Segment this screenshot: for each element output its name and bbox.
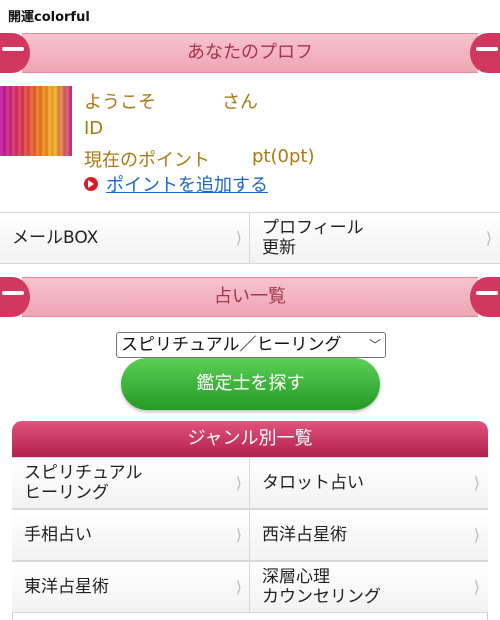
genre-select-value: スピリチュアル／ヒーリング (121, 335, 342, 355)
genre-item-label: 深層心理 カウンセリング (262, 567, 381, 607)
add-points-link-row[interactable]: ポイントを追加する (84, 171, 268, 197)
arrow-bullet-icon (84, 177, 98, 191)
profile-update-button[interactable]: プロフィール 更新 ⟩ (250, 212, 500, 264)
chevron-right-icon: ⟩ (485, 228, 492, 248)
genre-item-label: タロット占い (262, 473, 364, 493)
honorific-text: さん (222, 92, 258, 113)
genre-item-palmistry[interactable]: 手相占い ⟩ (12, 509, 250, 561)
genre-item-deep-counseling[interactable]: 深層心理 カウンセリング ⟩ (250, 561, 488, 613)
profile-section-header: あなたのプロフ (0, 33, 500, 73)
genre-divider (249, 457, 250, 613)
id-label: ID (84, 118, 104, 139)
chevron-right-icon: ⟩ (473, 473, 480, 493)
chevron-right-icon: ⟩ (235, 525, 242, 545)
genre-item-eastern-astrology[interactable]: 東洋占星術 ⟩ (12, 561, 250, 613)
welcome-text: ようこそ (84, 92, 156, 113)
chevron-right-icon: ⟩ (473, 525, 480, 545)
genre-select[interactable]: スピリチュアル／ヒーリング ﹀ (116, 332, 386, 358)
add-points-link[interactable]: ポイントを追加する (106, 171, 268, 197)
chevron-right-icon: ⟩ (235, 473, 242, 493)
chevron-right-icon: ⟩ (473, 577, 480, 597)
profile-section-title: あなたのプロフ (187, 42, 313, 63)
genre-list-title: ジャンル別一覧 (12, 421, 488, 457)
genre-item-label: 東洋占星術 (24, 577, 109, 597)
avatar (0, 86, 72, 156)
chevron-right-icon: ⟩ (235, 228, 242, 248)
fortune-section-title: 占い一覧 (214, 286, 286, 307)
points-label: 現在のポイント (84, 150, 210, 171)
chevron-down-icon: ﹀ (368, 338, 381, 352)
genre-item-label: スピリチュアル ヒーリング (24, 463, 143, 503)
genre-item-label: 手相占い (24, 525, 92, 545)
genre-item-spiritual[interactable]: スピリチュアル ヒーリング ⟩ (12, 457, 250, 509)
mail-box-label: メールBOX (12, 228, 99, 248)
profile-update-label: プロフィール 更新 (262, 218, 364, 258)
site-title: 開運colorful (8, 10, 90, 25)
genre-item-label: 西洋占星術 (262, 525, 347, 545)
find-reader-button[interactable]: 鑑定士を探す (121, 358, 380, 410)
chevron-right-icon: ⟩ (235, 577, 242, 597)
genre-item-western-astrology[interactable]: 西洋占星術 ⟩ (250, 509, 488, 561)
points-value: pt(0pt) (252, 146, 315, 167)
fortune-section-header: 占い一覧 (0, 277, 500, 317)
genre-item-tarot[interactable]: タロット占い ⟩ (250, 457, 488, 509)
menu-divider (249, 212, 250, 264)
mail-box-button[interactable]: メールBOX ⟩ (0, 212, 250, 264)
